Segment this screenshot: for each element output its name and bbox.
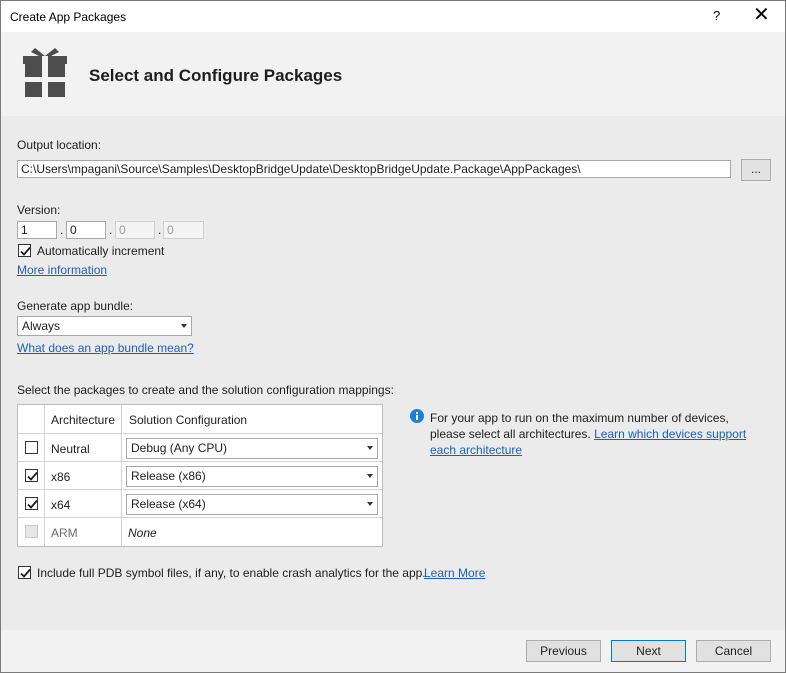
packages-label: Select the packages to create and the so… (17, 383, 394, 397)
previous-button[interactable]: Previous (526, 640, 601, 662)
architecture-info-text: For your app to run on the maximum numbe… (430, 410, 760, 458)
checkmark-icon (27, 499, 38, 509)
version-major-input[interactable]: 1 (17, 221, 57, 239)
generate-bundle-value: Always (22, 319, 61, 333)
architecture-cell: ARM (51, 526, 78, 540)
architecture-cell: x64 (51, 498, 71, 512)
package-icon (23, 48, 67, 97)
chevron-down-icon (367, 446, 373, 450)
config-value: Debug (Any CPU) (131, 441, 228, 455)
column-header-architecture: Architecture (51, 413, 116, 427)
checkmark-icon (20, 568, 31, 578)
pdb-label: Include full PDB symbol files, if any, t… (37, 566, 426, 580)
title-bar: Create App Packages ? ✕ (1, 1, 785, 32)
help-button[interactable]: ? (713, 8, 720, 23)
more-information-link[interactable]: More information (17, 263, 107, 277)
close-button[interactable]: ✕ (753, 4, 770, 26)
content-area: Output location: C:\Users\mpagani\Source… (1, 116, 785, 630)
generate-bundle-select[interactable]: Always (17, 316, 192, 336)
version-revision-input: 0 (163, 221, 204, 239)
x86-checkbox[interactable] (25, 469, 38, 482)
column-header-solution-configuration: Solution Configuration (129, 413, 248, 427)
info-icon (410, 409, 424, 423)
version-minor-input[interactable]: 0 (66, 221, 106, 239)
x86-config-select[interactable]: Release (x86) (126, 466, 378, 487)
version-separator: . (158, 223, 162, 237)
output-location-input[interactable]: C:\Users\mpagani\Source\Samples\DesktopB… (17, 160, 731, 178)
chevron-down-icon (367, 474, 373, 478)
pdb-checkbox[interactable] (18, 566, 31, 579)
page-title: Select and Configure Packages (89, 66, 343, 85)
create-app-packages-dialog: Create App Packages ? ✕ Select and Confi… (0, 0, 786, 673)
config-value: Release (x64) (131, 497, 206, 511)
app-bundle-help-link[interactable]: What does an app bundle mean? (17, 341, 194, 355)
architecture-cell: x86 (51, 470, 71, 484)
version-build-input: 0 (115, 221, 155, 239)
generate-bundle-label: Generate app bundle: (17, 299, 134, 313)
x64-checkbox[interactable] (25, 497, 38, 510)
auto-increment-label: Automatically increment (37, 244, 165, 258)
neutral-config-select[interactable]: Debug (Any CPU) (126, 438, 378, 459)
version-separator: . (109, 223, 113, 237)
checkmark-icon (27, 471, 38, 481)
config-value: Release (x86) (131, 469, 206, 483)
x64-config-select[interactable]: Release (x64) (126, 494, 378, 515)
output-location-label: Output location: (17, 138, 102, 152)
chevron-down-icon (367, 502, 373, 506)
pdb-learn-more-link[interactable]: Learn More (424, 566, 485, 580)
architecture-cell: Neutral (51, 442, 90, 456)
version-label: Version: (17, 203, 61, 217)
config-value: None (128, 526, 157, 540)
browse-button[interactable]: ... (741, 159, 771, 181)
chevron-down-icon (181, 324, 187, 328)
next-button[interactable]: Next (611, 640, 686, 662)
dialog-footer: Previous Next Cancel (1, 630, 785, 672)
arm-checkbox (25, 525, 38, 538)
window-title: Create App Packages (10, 10, 127, 24)
neutral-checkbox[interactable] (25, 441, 38, 454)
dialog-header: Select and Configure Packages (1, 32, 785, 116)
auto-increment-checkbox[interactable] (18, 244, 31, 257)
version-separator: . (60, 223, 64, 237)
checkmark-icon (20, 246, 31, 256)
packages-table: Architecture Solution Configuration Neut… (17, 404, 383, 547)
cancel-button[interactable]: Cancel (696, 640, 771, 662)
